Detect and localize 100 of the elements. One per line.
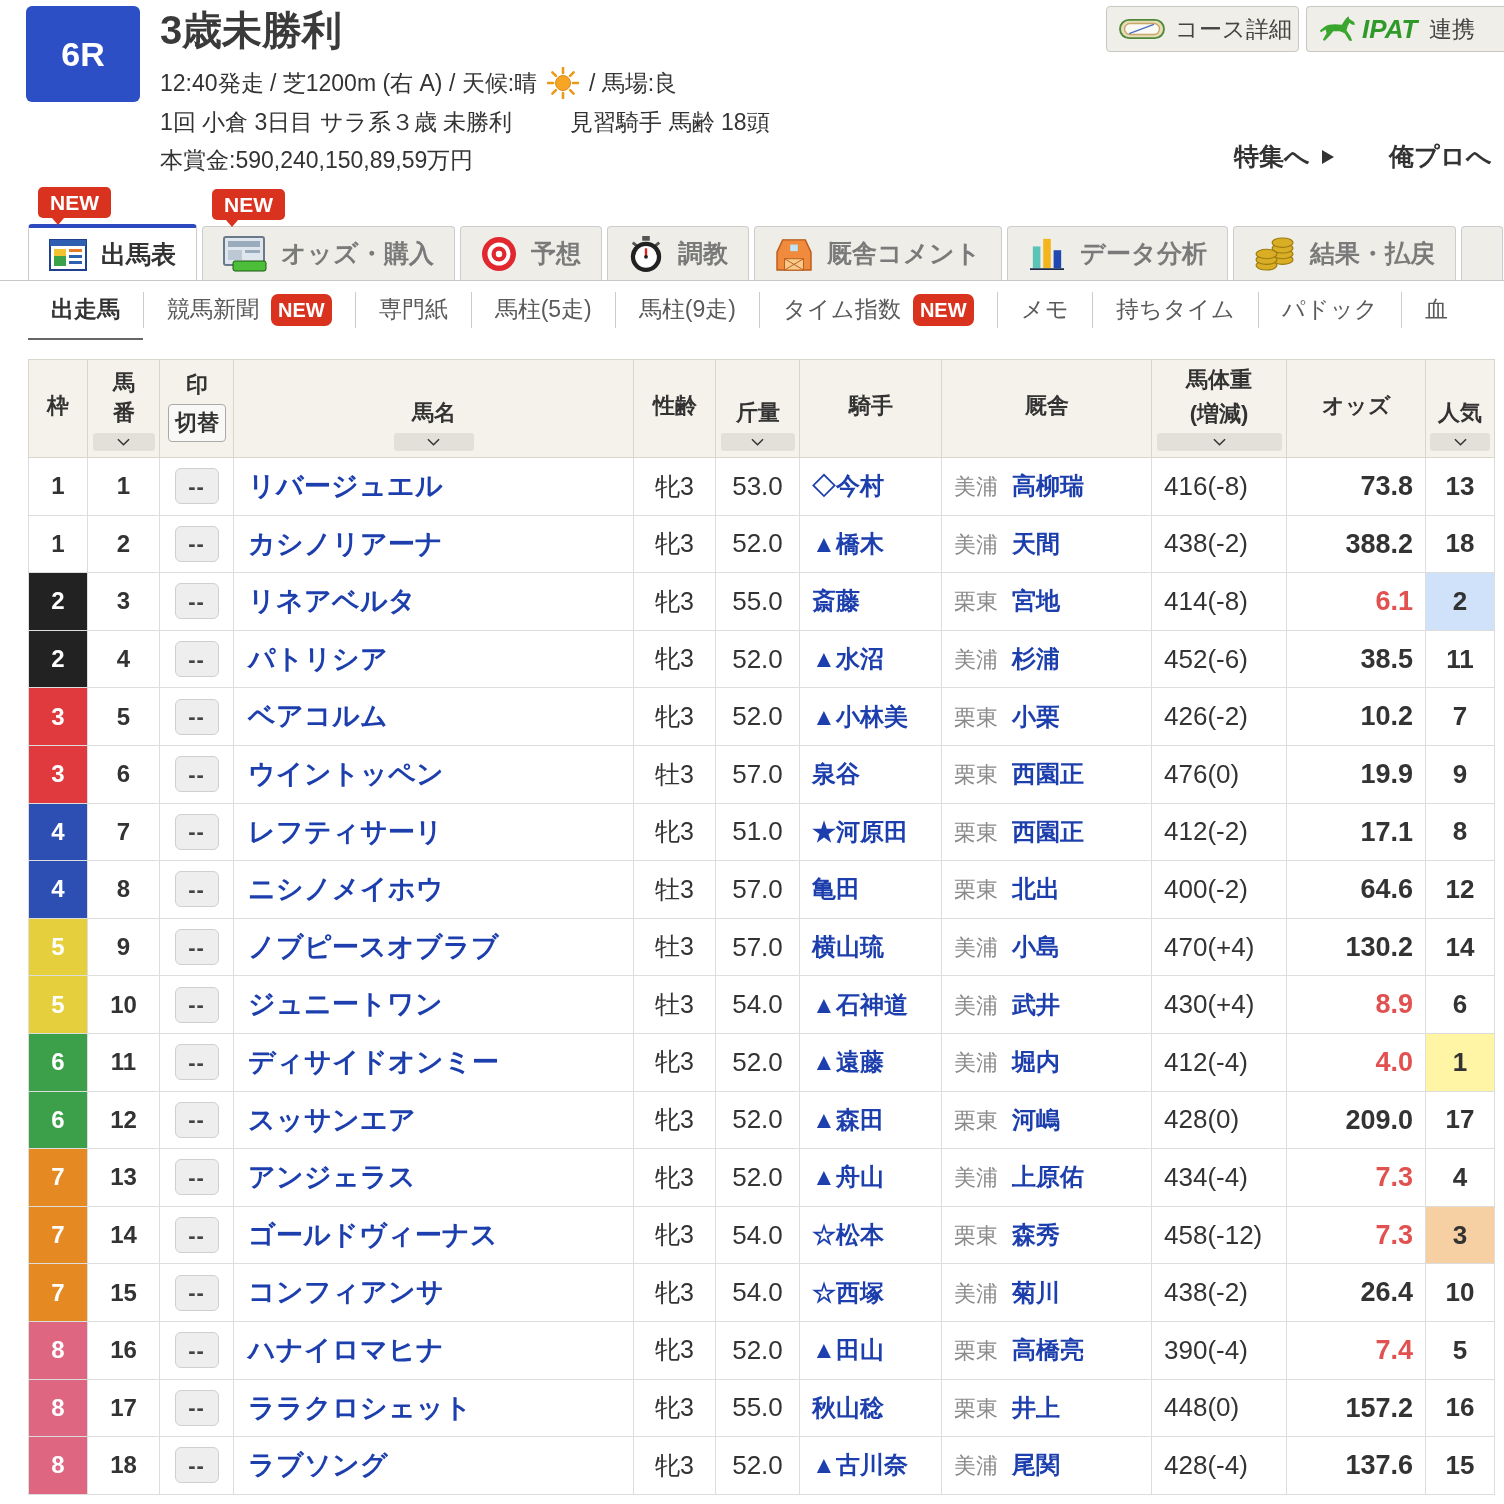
trainer-link[interactable]: 菊川 <box>1012 1278 1060 1306</box>
carried-weight: 52.0 <box>732 528 783 559</box>
trainer-link[interactable]: 森秀 <box>1012 1221 1060 1248</box>
race-title: 3歳未勝利 <box>160 8 343 52</box>
subnav-link[interactable]: 競馬新聞 NEW <box>144 281 355 340</box>
subnav-link[interactable]: タイム指数 NEW <box>759 281 997 340</box>
trainer-link[interactable]: 堀内 <box>1012 1048 1060 1076</box>
course-button[interactable]: コース詳細 <box>1106 6 1299 52</box>
popularity-rank: 10 <box>1425 1263 1495 1322</box>
mark-button[interactable]: -- <box>174 641 219 678</box>
odds: 130.2 <box>1345 931 1413 962</box>
jockey-link[interactable]: 泉谷 <box>812 760 860 788</box>
tab[interactable]: データ分析 <box>1007 226 1228 280</box>
sex-age: 牝3 <box>655 471 694 500</box>
subnav-link[interactable]: パドック <box>1258 281 1401 340</box>
mark-button[interactable]: -- <box>174 986 219 1023</box>
training-center: 栗東 <box>954 819 998 845</box>
sort-button[interactable] <box>720 433 795 451</box>
frame-number: 4 <box>28 803 88 861</box>
trainer-link[interactable]: 宮地 <box>1012 587 1060 615</box>
trainer-link[interactable]: 井上 <box>1012 1393 1060 1421</box>
mark-button[interactable]: -- <box>174 1274 219 1311</box>
trainer-link[interactable]: 高橋亮 <box>1012 1336 1084 1364</box>
frame-number: 2 <box>28 630 88 688</box>
frame-number: 6 <box>28 1091 88 1149</box>
subnav-link[interactable]: 専門紙 <box>355 281 471 340</box>
mark-button[interactable]: -- <box>174 756 219 793</box>
mark-button[interactable]: -- <box>174 1217 219 1253</box>
trainer-link[interactable]: 杉浦 <box>1012 645 1060 673</box>
trainer-link[interactable]: 武井 <box>1012 990 1060 1018</box>
link[interactable]: 俺プロへ <box>1389 141 1492 173</box>
sort-button[interactable] <box>92 433 155 451</box>
horse-number: 9 <box>116 933 131 961</box>
horse-number: 13 <box>110 1163 137 1191</box>
mark-button[interactable]: -- <box>174 1044 219 1081</box>
popularity-rank: 14 <box>1425 918 1495 976</box>
sex-age: 牝3 <box>655 586 694 615</box>
mark-button[interactable]: -- <box>174 525 219 562</box>
trainer-link[interactable]: 西園正 <box>1012 817 1084 845</box>
horse-name-link[interactable]: ラブソング <box>248 1450 388 1481</box>
subnav-link[interactable]: 持ちタイム <box>1092 281 1258 340</box>
tab[interactable]: 調教 <box>607 226 749 280</box>
trainer-link[interactable]: 北出 <box>1012 875 1060 903</box>
column-subheader: (増減) <box>1189 400 1249 428</box>
trainer-link[interactable]: 上原佑 <box>1012 1163 1084 1191</box>
toggle-button[interactable]: 切替 <box>167 403 226 442</box>
horse-name-link[interactable]: ベアコルム <box>248 701 388 732</box>
mark-button[interactable]: -- <box>174 1332 219 1369</box>
trainer-link[interactable]: 尾関 <box>1012 1451 1060 1479</box>
carried-weight: 54.0 <box>732 1277 783 1308</box>
tab[interactable]: 厩舎コメント <box>754 226 1002 280</box>
mark-button[interactable]: -- <box>174 583 219 620</box>
mark-button[interactable]: -- <box>174 1447 219 1484</box>
mark-button[interactable]: -- <box>174 1101 219 1138</box>
carried-weight: 55.0 <box>732 1392 783 1423</box>
trainer-link[interactable]: 高柳瑞 <box>1012 472 1084 500</box>
tab[interactable]: オッズ・購入 <box>202 226 455 280</box>
subnav-link[interactable]: メモ <box>997 281 1092 340</box>
race-schedule: 12:40発走 / 芝1200m (右 A) / 天候:晴 <box>160 68 538 98</box>
trainer-link[interactable]: 小栗 <box>1012 702 1060 730</box>
tab[interactable]: 予想 <box>460 226 602 280</box>
horse-name-link[interactable]: パトリシア <box>248 643 388 674</box>
tab[interactable]: 結果・払戻 <box>1233 226 1456 280</box>
new-badge: NEW <box>271 293 332 326</box>
carried-weight: 52.0 <box>732 643 783 674</box>
sort-button[interactable] <box>1430 433 1490 451</box>
mark-button[interactable]: -- <box>174 1159 219 1196</box>
chevron-down-icon <box>427 438 440 446</box>
ipat-button[interactable]: IPAT 連携 <box>1306 6 1504 52</box>
training-center: 栗東 <box>954 877 998 903</box>
mark-button[interactable]: -- <box>174 1389 219 1426</box>
mark-button[interactable]: -- <box>174 698 219 735</box>
horse-number: 1 <box>116 472 131 500</box>
odds: 157.2 <box>1345 1392 1413 1423</box>
trainer-link[interactable]: 西園正 <box>1012 760 1084 788</box>
odds: 17.1 <box>1360 816 1413 847</box>
sex-age: 牝3 <box>655 817 694 846</box>
link[interactable]: 特集へ <box>1234 141 1334 173</box>
mark-button[interactable]: -- <box>174 929 219 966</box>
trainer-link[interactable]: 河嶋 <box>1012 1105 1060 1133</box>
mark-button[interactable]: -- <box>174 813 219 850</box>
subnav-link[interactable]: 血 <box>1401 281 1471 340</box>
trainer-link[interactable]: 小島 <box>1012 933 1060 961</box>
table-sheet-icon <box>49 238 87 271</box>
mark-button[interactable]: -- <box>174 468 219 505</box>
subnav-link[interactable]: 馬柱(5走) <box>471 281 615 340</box>
jockey-link[interactable]: 斎藤 <box>812 587 860 615</box>
mark-button[interactable]: -- <box>174 871 219 908</box>
tab[interactable]: 出馬表 <box>28 224 197 280</box>
body-weight: 434(-4) <box>1164 1161 1248 1192</box>
body-weight: 390(-4) <box>1164 1334 1248 1365</box>
tab[interactable] <box>1461 226 1503 280</box>
popularity-rank: 7 <box>1425 687 1495 746</box>
carried-weight: 52.0 <box>732 1334 783 1365</box>
trainer-link[interactable]: 天間 <box>1012 529 1060 557</box>
frame-number: 7 <box>28 1148 88 1207</box>
sort-button[interactable] <box>393 433 474 451</box>
jockey-link[interactable]: 亀田 <box>812 875 860 903</box>
body-weight: 412(-2) <box>1164 816 1248 847</box>
subnav-link[interactable]: 馬柱(9走) <box>615 281 759 340</box>
